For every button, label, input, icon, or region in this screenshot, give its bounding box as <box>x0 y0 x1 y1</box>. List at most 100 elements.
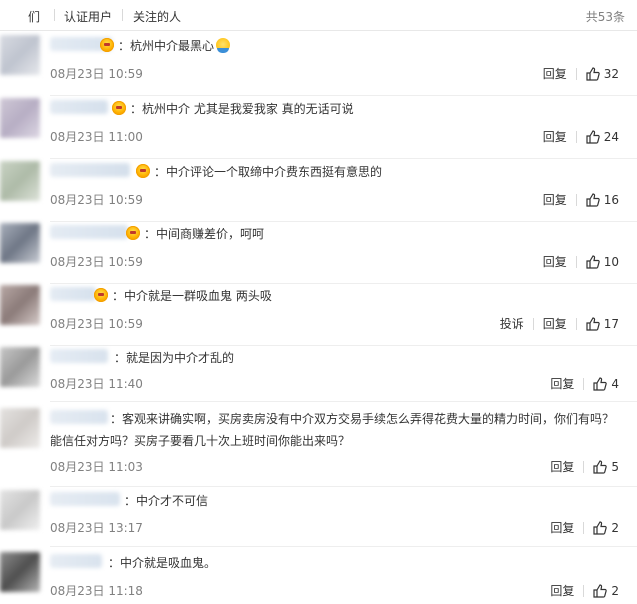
username-blurred[interactable] <box>50 100 108 114</box>
avatar[interactable] <box>0 490 40 530</box>
like-button[interactable]: 16 <box>586 193 619 207</box>
comment-actions: 回复 4 <box>550 375 619 392</box>
vip-badge-icon <box>100 38 114 52</box>
comment-time: 08月23日 10:59 <box>50 317 143 331</box>
username-blurred[interactable] <box>50 349 108 363</box>
avatar[interactable] <box>0 408 40 448</box>
tab-all-partial[interactable]: 们 <box>28 8 40 25</box>
like-button[interactable]: 2 <box>593 584 619 598</box>
comment-actions: 回复 2 <box>550 519 619 536</box>
emoji-face-icon <box>216 38 231 53</box>
vip-badge-icon <box>94 288 108 302</box>
avatar[interactable] <box>0 223 40 263</box>
comment-item: ：客观来讲确实啊，买房卖房没有中介双方交易手续怎么弄得花费大量的精力时间，你们有… <box>0 408 637 490</box>
comment-actions: 回复 5 <box>550 458 619 475</box>
username-blurred[interactable] <box>50 287 96 301</box>
reply-button[interactable]: 回复 <box>543 128 567 145</box>
avatar[interactable] <box>0 161 40 201</box>
comment-filter-bar: 们 认证用户 关注的人 共53条 <box>0 0 637 31</box>
avatar[interactable] <box>0 98 40 138</box>
comment-time: 08月23日 11:18 <box>50 584 143 598</box>
action-divider <box>575 67 577 80</box>
like-button[interactable]: 17 <box>586 317 619 331</box>
comment-text: ：中介才不可信 <box>124 494 209 508</box>
comment-divider <box>50 486 637 487</box>
comment-text: ：就是因为中介才乱的 <box>114 351 235 365</box>
reply-button[interactable]: 回复 <box>543 191 567 208</box>
comment-actions: 回复 16 <box>543 191 619 208</box>
comment-item: ：中介评论一个取缔中介费东西挺有意思的 08月23日 10:59 回复 16 <box>0 161 637 223</box>
tab-verified-users[interactable]: 认证用户 <box>64 8 112 25</box>
thumbs-up-icon <box>593 376 608 391</box>
comment-text: ：中间商赚差价，呵呵 <box>144 227 265 241</box>
like-count: 32 <box>603 66 619 81</box>
comment-item: ：杭州中介 尤其是我爱我家 真的无话可说 08月23日 11:00 回复 24 <box>0 98 637 160</box>
comment-total-count: 共53条 <box>585 10 625 24</box>
avatar[interactable] <box>0 347 40 387</box>
comment-text: ：中介评论一个取缔中介费东西挺有意思的 <box>154 165 383 179</box>
comment-time: 08月23日 10:59 <box>50 67 143 81</box>
like-button[interactable]: 24 <box>586 130 619 144</box>
username-blurred[interactable] <box>50 225 128 239</box>
reply-button[interactable]: 回复 <box>543 253 567 270</box>
comment-divider <box>50 401 637 402</box>
action-divider <box>583 460 585 473</box>
reply-button[interactable]: 回复 <box>550 375 574 392</box>
action-divider <box>575 255 577 268</box>
avatar[interactable] <box>0 285 40 325</box>
like-count: 2 <box>611 520 619 535</box>
reply-button[interactable]: 回复 <box>543 315 567 332</box>
like-button[interactable]: 5 <box>593 460 619 474</box>
comment-divider <box>50 158 637 159</box>
like-count: 2 <box>611 583 619 598</box>
comment-time: 08月23日 11:03 <box>50 460 143 474</box>
comment-divider <box>50 95 637 96</box>
avatar[interactable] <box>0 552 40 592</box>
like-button[interactable]: 4 <box>593 377 619 391</box>
reply-button[interactable]: 回复 <box>543 65 567 82</box>
vip-badge-icon <box>136 164 150 178</box>
reply-button[interactable]: 回复 <box>550 458 574 475</box>
comment-item: ：中介就是一群吸血鬼 两头吸 08月23日 10:59 投诉 回复 17 <box>0 285 637 347</box>
vip-badge-icon <box>126 226 140 240</box>
comment-actions: 投诉 回复 17 <box>500 315 619 332</box>
comment-divider <box>50 283 637 284</box>
comment-time: 08月23日 10:59 <box>50 255 143 269</box>
thumbs-up-icon <box>586 192 600 207</box>
vip-badge-icon <box>112 101 126 115</box>
comment-divider <box>50 546 637 547</box>
comment-item: ：中间商赚差价，呵呵 08月23日 10:59 回复 10 <box>0 223 637 285</box>
like-button[interactable]: 32 <box>586 67 619 81</box>
comment-time: 08月23日 13:17 <box>50 521 143 535</box>
reply-button[interactable]: 回复 <box>550 519 574 536</box>
tab-following[interactable]: 关注的人 <box>133 8 181 25</box>
avatar[interactable] <box>0 35 40 75</box>
action-divider <box>575 130 577 143</box>
action-divider <box>583 584 585 597</box>
thumbs-up-icon <box>593 520 608 535</box>
reply-button[interactable]: 回复 <box>550 582 574 599</box>
username-blurred[interactable] <box>50 492 120 506</box>
comment-actions: 回复 24 <box>543 128 619 145</box>
comment-item: ：杭州中介最黑心 08月23日 10:59 回复 32 <box>0 35 637 97</box>
tab-divider <box>122 9 123 21</box>
like-count: 17 <box>603 316 619 331</box>
like-count: 16 <box>603 192 619 207</box>
thumbs-up-icon <box>593 583 608 598</box>
comment-text: ：中介就是一群吸血鬼 两头吸 <box>112 289 272 303</box>
comment-time: 08月23日 11:00 <box>50 130 143 144</box>
comment-item: ：就是因为中介才乱的 08月23日 11:40 回复 4 <box>0 347 637 409</box>
username-blurred[interactable] <box>50 554 102 568</box>
tab-divider <box>54 9 55 21</box>
comment-item: ：中介就是吸血鬼。 08月23日 11:18 回复 2 <box>0 552 637 604</box>
action-divider <box>532 317 534 330</box>
comment-text: ：杭州中介最黑心 <box>118 35 231 57</box>
like-button[interactable]: 10 <box>586 255 619 269</box>
like-button[interactable]: 2 <box>593 521 619 535</box>
comment-actions: 回复 32 <box>543 65 619 82</box>
thumbs-up-icon <box>593 459 608 474</box>
comment-divider <box>50 345 637 346</box>
report-button[interactable]: 投诉 <box>500 315 524 332</box>
username-blurred[interactable] <box>50 163 130 177</box>
comment-divider <box>50 221 637 222</box>
